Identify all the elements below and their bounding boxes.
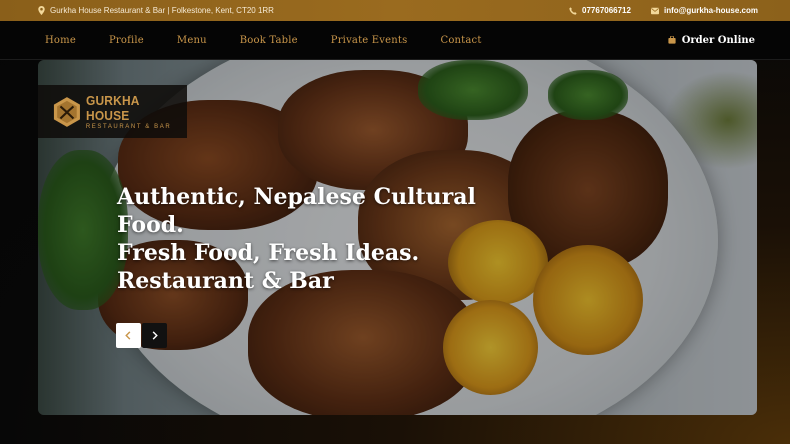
nav-home[interactable]: Home xyxy=(45,35,76,46)
map-pin-icon xyxy=(38,6,45,15)
hero-headline-line: Authentic, Nepalese Cultural Food. xyxy=(117,184,476,238)
phone-link[interactable]: 07767066712 xyxy=(569,6,631,15)
nav-contact[interactable]: Contact xyxy=(440,35,481,46)
email-link[interactable]: info@gurkha-house.com xyxy=(650,6,758,15)
contact-block: 07767066712 info@gurkha-house.com xyxy=(549,6,758,15)
phone-icon xyxy=(569,6,577,15)
email-text: info@gurkha-house.com xyxy=(663,6,758,15)
nav-book-table[interactable]: Book Table xyxy=(240,35,298,46)
gurkha-khukuri-emblem-icon xyxy=(53,96,80,127)
slider-prev-button[interactable] xyxy=(116,323,141,348)
hero-headline-line: Restaurant & Bar xyxy=(117,268,334,294)
shopping-bag-icon xyxy=(668,36,676,44)
main-navigation: Home Profile Menu Book Table Private Eve… xyxy=(0,21,790,60)
order-online-button[interactable]: Order Online xyxy=(668,35,755,46)
hero-headline: Authentic, Nepalese Cultural Food. Fresh… xyxy=(117,183,537,295)
nav-links: Home Profile Menu Book Table Private Eve… xyxy=(45,35,515,46)
hero-headline-line: Fresh Food, Fresh Ideas. xyxy=(117,240,420,266)
top-info-bar: Gurkha House Restaurant & Bar | Folkesto… xyxy=(0,0,790,21)
order-online-label: Order Online xyxy=(681,34,755,46)
site-logo[interactable]: GURKHA HOUSE RESTAURANT & BAR xyxy=(38,85,187,138)
address-block: Gurkha House Restaurant & Bar | Folkesto… xyxy=(38,6,274,15)
nav-private-events[interactable]: Private Events xyxy=(331,35,408,46)
phone-text: 07767066712 xyxy=(582,6,631,15)
nav-profile[interactable]: Profile xyxy=(109,35,144,46)
logo-name: GURKHA HOUSE xyxy=(85,93,140,123)
chevron-left-icon xyxy=(125,331,131,340)
envelope-icon xyxy=(650,7,659,14)
nav-menu[interactable]: Menu xyxy=(177,35,207,46)
slider-next-button[interactable] xyxy=(142,323,167,348)
chevron-right-icon xyxy=(152,331,158,340)
logo-tagline: RESTAURANT & BAR xyxy=(85,124,172,130)
address-text: Gurkha House Restaurant & Bar | Folkesto… xyxy=(50,6,274,15)
